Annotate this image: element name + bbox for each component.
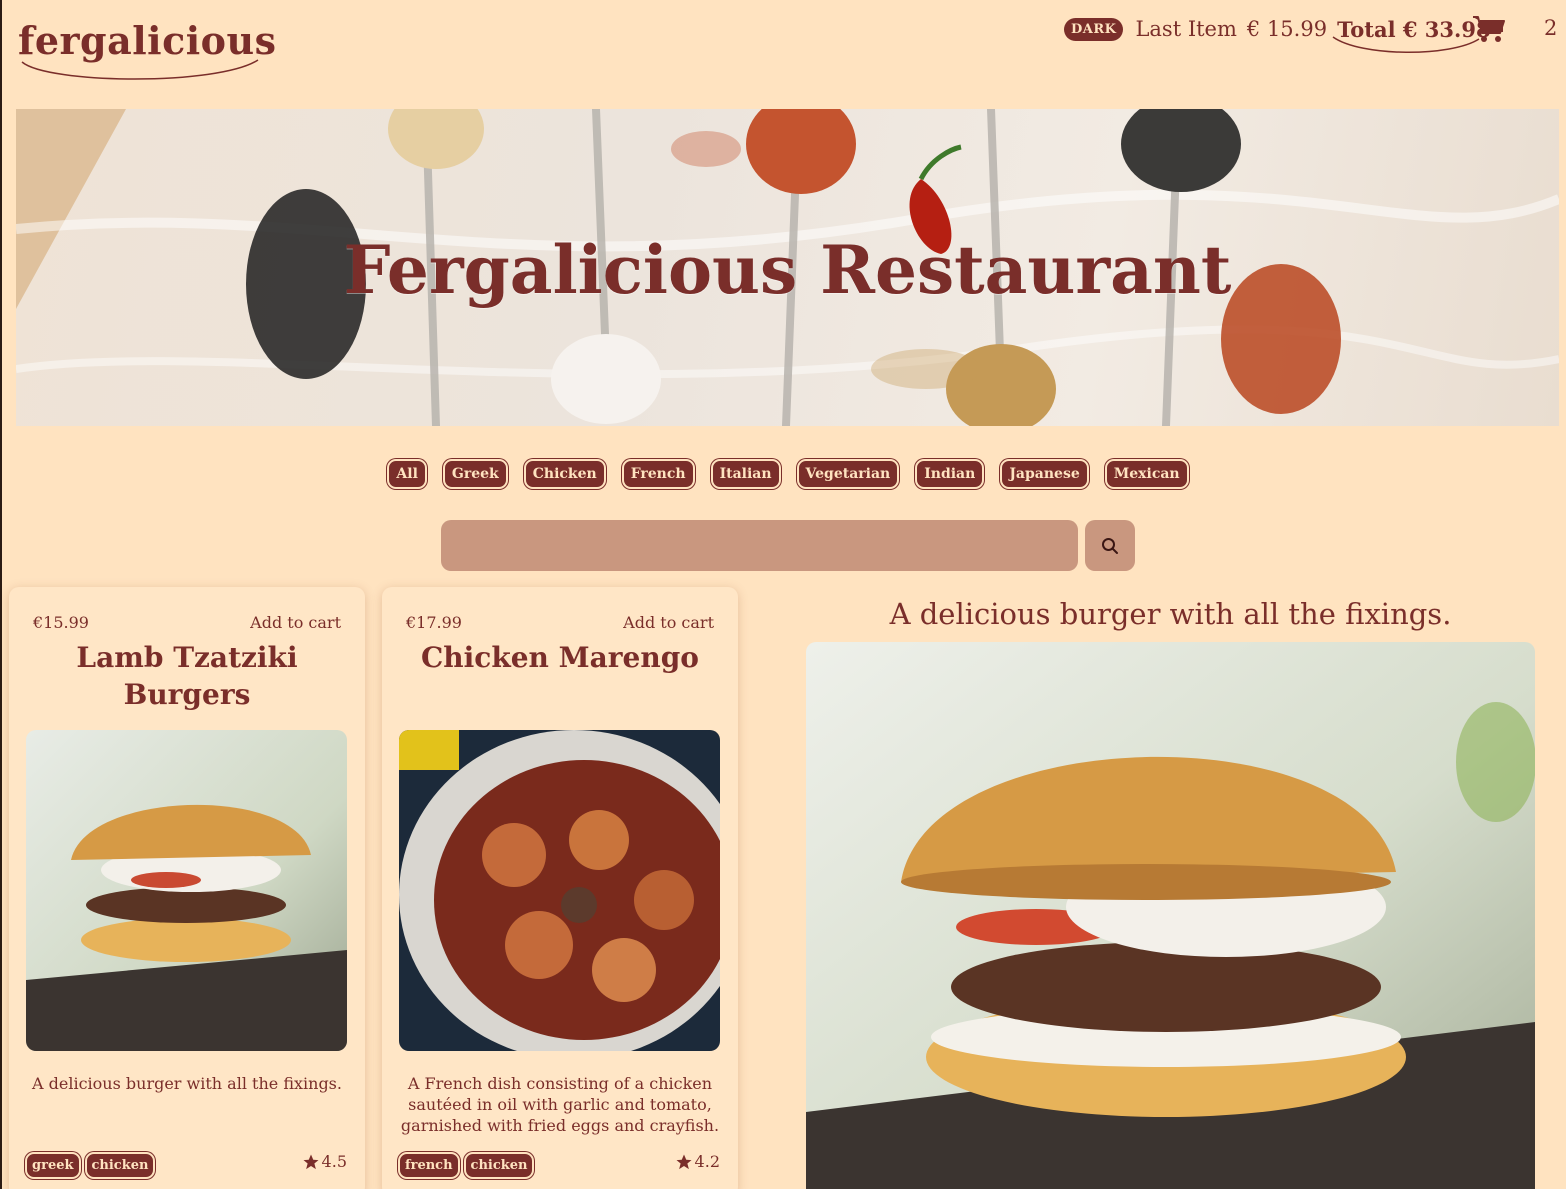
filter-chip-vegetarian[interactable]: Vegetarian — [796, 459, 900, 489]
card-image[interactable] — [399, 730, 720, 1051]
filter-chip-japanese[interactable]: Japanese — [1000, 459, 1089, 489]
burger-photo-large — [806, 642, 1535, 1189]
tag-greek[interactable]: greek — [25, 1152, 81, 1179]
last-item-price: € 15.99 — [1246, 17, 1328, 41]
category-filter-bar: All Greek Chicken French Italian Vegetar… — [0, 459, 1566, 489]
detail-image — [806, 642, 1535, 1189]
cart-item-count: 2 — [1544, 16, 1558, 40]
card-description: A French dish consisting of a chicken sa… — [400, 1074, 720, 1135]
search-icon — [1102, 537, 1118, 554]
hero-banner: Fergalicious Restaurant — [16, 109, 1559, 426]
card-image[interactable] — [26, 730, 347, 1051]
tag-french[interactable]: french — [398, 1152, 460, 1179]
card-price: €15.99 — [33, 613, 89, 632]
card-title: Lamb Tzatziki Burgers — [76, 641, 298, 711]
window-edge — [0, 0, 2, 1189]
star-icon — [676, 1154, 692, 1169]
card-rating: 4.2 — [675, 1152, 720, 1171]
total-underline-swoosh — [1332, 35, 1480, 53]
filter-chip-mexican[interactable]: Mexican — [1104, 459, 1189, 489]
filter-chip-greek[interactable]: Greek — [442, 459, 508, 489]
burger-photo — [26, 730, 347, 1051]
detail-title: A delicious burger with all the fixings. — [889, 597, 1452, 631]
card-price: €17.99 — [406, 613, 462, 632]
last-item-label: Last Item — [1135, 17, 1237, 41]
shopping-cart-icon[interactable] — [1472, 14, 1506, 44]
card-description: A delicious burger with all the fixings. — [32, 1074, 342, 1093]
add-to-cart-button[interactable]: Add to cart — [250, 613, 341, 632]
cart-total: Total € 33.98 — [1332, 17, 1491, 53]
menu-card[interactable]: €17.99 Add to cart Chicken Marengo A Fre… — [382, 587, 738, 1189]
tag-chicken[interactable]: chicken — [84, 1152, 156, 1179]
search-button[interactable] — [1085, 520, 1135, 571]
star-icon — [303, 1154, 319, 1169]
menu-card[interactable]: €15.99 Add to cart Lamb Tzatziki Burgers… — [9, 587, 365, 1189]
rating-value: 4.5 — [321, 1152, 347, 1171]
dark-mode-toggle[interactable]: DARK — [1064, 17, 1124, 41]
rating-value: 4.2 — [694, 1152, 720, 1171]
filter-chip-chicken[interactable]: Chicken — [523, 459, 606, 489]
header-cart-summary: DARK Last Item € 15.99 Total € 33.98 — [1064, 12, 1491, 53]
search-input[interactable] — [441, 520, 1078, 571]
filter-chip-all[interactable]: All — [387, 459, 427, 489]
add-to-cart-button[interactable]: Add to cart — [623, 613, 714, 632]
tag-chicken[interactable]: chicken — [463, 1152, 535, 1179]
filter-chip-indian[interactable]: Indian — [915, 459, 985, 489]
filter-chip-italian[interactable]: Italian — [710, 459, 781, 489]
card-tags: french chicken — [398, 1152, 535, 1179]
filter-chip-french[interactable]: French — [621, 459, 695, 489]
card-title: Chicken Marengo — [421, 641, 699, 674]
card-rating: 4.5 — [302, 1152, 347, 1171]
card-tags: greek chicken — [25, 1152, 156, 1179]
logo-underline-swoosh — [21, 59, 259, 80]
chicken-marengo-photo — [399, 730, 720, 1051]
hero-title: Fergalicious Restaurant — [343, 231, 1232, 309]
